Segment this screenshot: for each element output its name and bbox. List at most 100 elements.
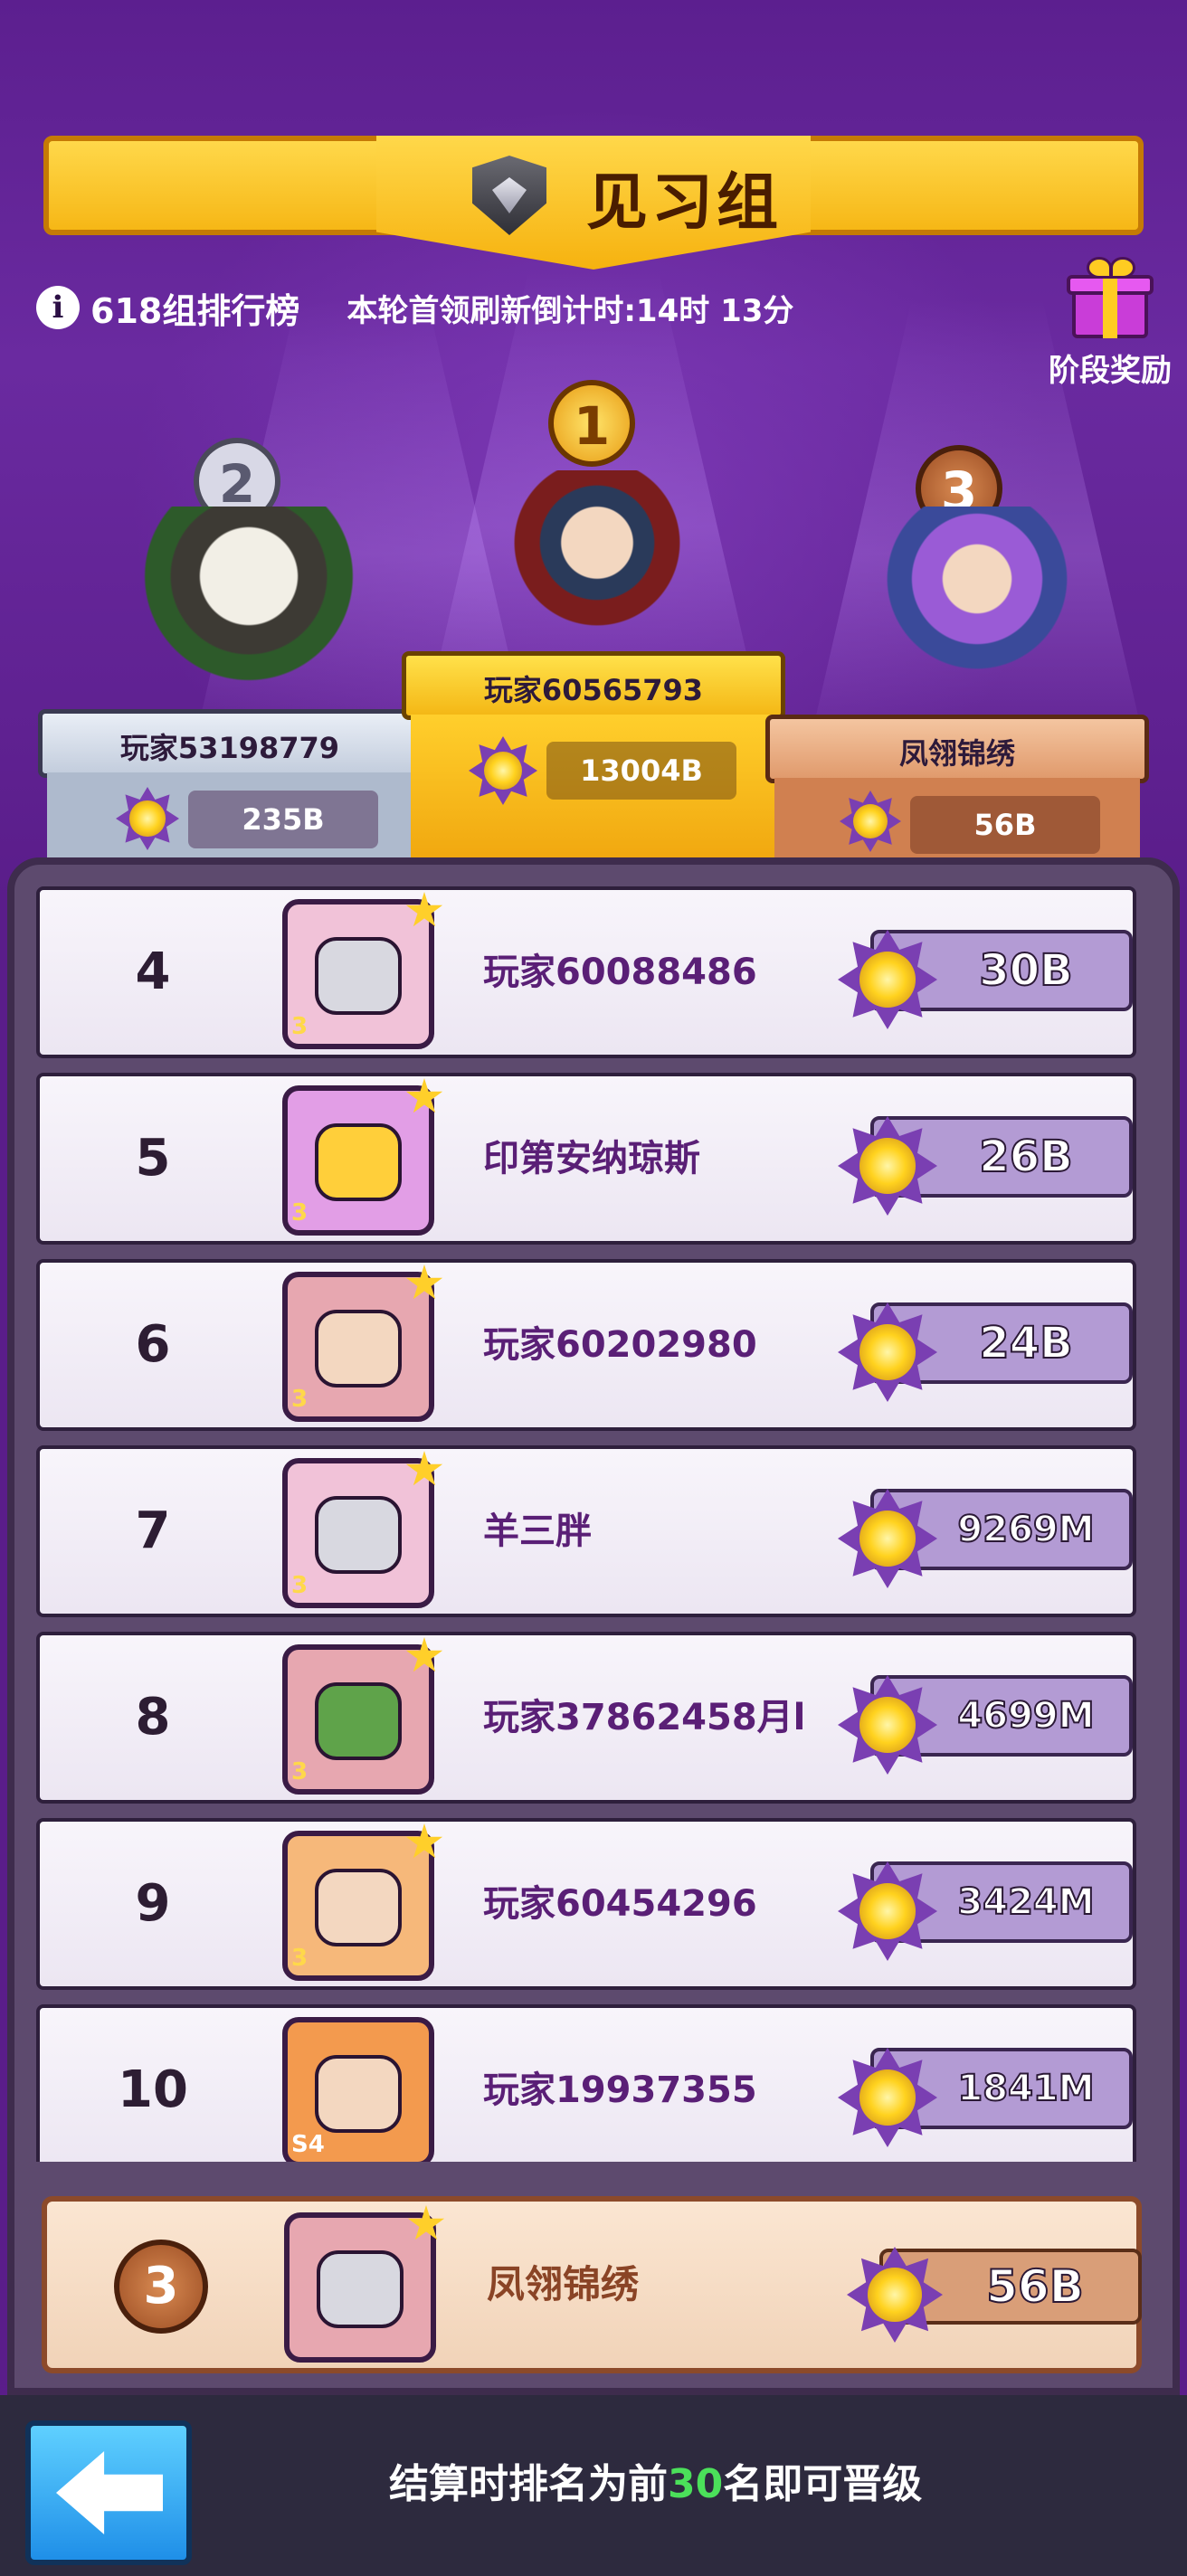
score-box: 1841M xyxy=(838,2048,1133,2147)
star-icon xyxy=(405,1451,443,1486)
avatar[interactable]: 3 xyxy=(282,1451,443,1608)
countdown-text: 本轮首领刷新倒计时:14时 13分 xyxy=(347,292,794,329)
back-arrow-icon xyxy=(56,2451,163,2534)
podium-2-character[interactable] xyxy=(136,507,362,706)
avatar-level: 3 xyxy=(291,1945,309,1972)
table-row[interactable]: 6 3 玩家60202980 24B xyxy=(36,1259,1136,1431)
gift-icon xyxy=(1067,253,1154,340)
star-icon xyxy=(405,1823,443,1859)
player-name: 玩家60088486 xyxy=(483,952,757,993)
promotion-hint: 结算时排名为前30名即可晋级 xyxy=(389,2451,922,2509)
player-name: 玩家19937355 xyxy=(483,2069,757,2111)
back-button[interactable] xyxy=(25,2420,192,2565)
player-score: 30B xyxy=(978,944,1073,997)
power-gear-icon xyxy=(838,1302,937,1402)
crowned-hero-icon xyxy=(315,1310,402,1387)
podium-3-name: 凤翎锦绣 xyxy=(765,715,1149,783)
avatar[interactable]: 3 xyxy=(282,1078,443,1236)
subheader: i 618组排行榜 本轮首领刷新倒计时:14时 13分 xyxy=(36,282,793,333)
avatar-level: 3 xyxy=(291,1199,309,1226)
birthday-cake-icon xyxy=(315,1123,402,1201)
info-icon[interactable]: i xyxy=(36,286,80,329)
table-row[interactable]: 9 3 玩家60454296 3424M xyxy=(36,1818,1136,1990)
cat-face-icon xyxy=(317,2250,404,2328)
avatar[interactable]: 3 xyxy=(282,892,443,1049)
score-box: 30B xyxy=(838,930,1133,1029)
podium-2-name: 玩家53198779 xyxy=(38,709,422,778)
star-icon xyxy=(405,1078,443,1113)
power-gear-icon xyxy=(838,2048,937,2147)
star-icon xyxy=(405,1637,443,1672)
my-score: 56B xyxy=(985,2259,1085,2314)
power-gear-icon xyxy=(838,1861,937,1961)
my-rank-medal: 3 xyxy=(114,2240,208,2334)
avatar[interactable]: 3 xyxy=(282,1264,443,1422)
podium-1-character[interactable] xyxy=(507,470,688,651)
power-gear-icon xyxy=(847,2247,943,2343)
podium-3: 凤翎锦绣 56B xyxy=(765,715,1149,865)
power-gear-icon xyxy=(838,1675,937,1775)
goggles-hero-icon xyxy=(315,1869,402,1946)
player-score: 26B xyxy=(978,1131,1073,1183)
my-name: 凤翎锦绣 xyxy=(487,2262,640,2306)
player-score: 24B xyxy=(978,1317,1073,1369)
star-icon xyxy=(405,892,443,927)
table-row[interactable]: 4 3 玩家60088486 30B xyxy=(36,886,1136,1058)
player-score: 9269M xyxy=(956,1508,1095,1551)
stage-reward-button[interactable]: 阶段奖励 xyxy=(1042,253,1178,390)
hint-prefix: 结算时排名为前 xyxy=(389,2461,668,2507)
score-box: 9269M xyxy=(838,1489,1133,1588)
power-gear-icon xyxy=(838,1489,937,1588)
goggles-hero-icon xyxy=(315,2055,402,2133)
player-score: 4699M xyxy=(956,1694,1095,1738)
table-row[interactable]: 7 3 羊三胖 9269M xyxy=(36,1445,1136,1617)
avatar-level: 3 xyxy=(291,1758,309,1785)
podium-1-score: 13004B xyxy=(546,742,736,800)
player-score: 1841M xyxy=(956,2067,1095,2110)
podium-3-character[interactable] xyxy=(869,507,1086,687)
table-row[interactable]: 10 S4 玩家19937355 1841M xyxy=(36,2004,1136,2162)
page-title: 见习组 xyxy=(586,167,783,239)
podium-3-score: 56B xyxy=(910,796,1100,854)
leaderboard-list[interactable]: 4 3 玩家60088486 30B 5 3 印第安纳琼斯 26B 6 3 玩家… xyxy=(36,886,1136,2162)
player-name: 印第安纳琼斯 xyxy=(483,1138,700,1179)
score-box: 3424M xyxy=(838,1861,1133,1961)
score-box: 4699M xyxy=(838,1675,1133,1775)
cat-face-icon xyxy=(315,1496,402,1574)
rank-1-medal: 1 xyxy=(548,380,635,467)
podium-2: 玩家53198779 235B xyxy=(38,709,422,863)
avatar[interactable]: 3 xyxy=(282,1823,443,1981)
player-name: 羊三胖 xyxy=(483,1511,592,1552)
podium-1-name: 玩家60565793 xyxy=(402,651,785,720)
player-name: 玩家60454296 xyxy=(483,1883,757,1925)
star-icon xyxy=(407,2205,445,2240)
row-rank: 4 xyxy=(135,942,171,1001)
stage-reward-label: 阶段奖励 xyxy=(1049,353,1172,389)
player-name: 玩家37862458月l xyxy=(483,1697,806,1738)
row-rank: 7 xyxy=(135,1501,171,1560)
my-rank-row[interactable]: 3 凤翎锦绣 56B xyxy=(42,2196,1142,2373)
avatar[interactable]: 3 xyxy=(282,1637,443,1795)
row-rank: 10 xyxy=(118,2060,188,2119)
star-icon xyxy=(405,1264,443,1300)
cat-face-icon xyxy=(315,937,402,1015)
my-avatar[interactable] xyxy=(284,2205,445,2363)
row-rank: 8 xyxy=(135,1688,171,1747)
score-box: 26B xyxy=(838,1116,1133,1216)
title-banner: 见习组 xyxy=(43,136,1144,271)
hint-suffix: 名即可晋级 xyxy=(723,2461,923,2507)
row-rank: 9 xyxy=(135,1874,171,1933)
row-rank: 5 xyxy=(135,1129,171,1188)
podium-2-score: 235B xyxy=(188,791,378,848)
avatar-level: S4 xyxy=(291,2131,325,2158)
avatar[interactable]: S4 xyxy=(282,2017,434,2162)
power-gear-icon xyxy=(838,1116,937,1216)
avatar-level: 3 xyxy=(291,1013,309,1040)
group-label: 618组排行榜 xyxy=(90,290,300,331)
table-row[interactable]: 8 3 玩家37862458月l 4699M xyxy=(36,1632,1136,1804)
hint-number: 30 xyxy=(668,2461,724,2507)
podium-1: 玩家60565793 13004B xyxy=(402,651,785,865)
avatar-level: 3 xyxy=(291,1572,309,1599)
power-gear-icon xyxy=(838,930,937,1029)
table-row[interactable]: 5 3 印第安纳琼斯 26B xyxy=(36,1073,1136,1245)
